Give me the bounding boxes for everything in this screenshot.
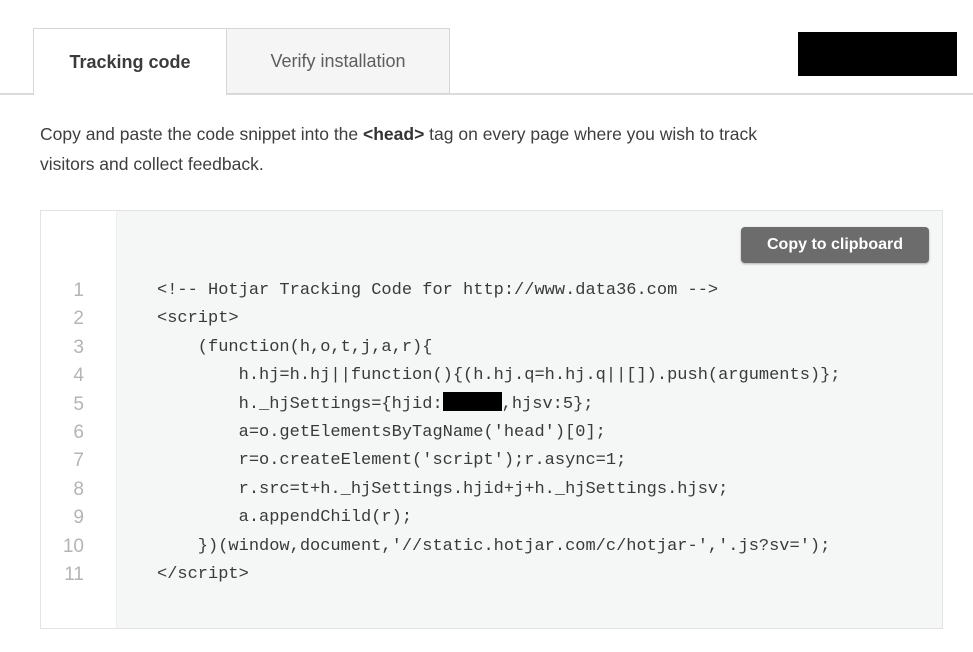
tab-tracking-code[interactable]: Tracking code xyxy=(33,28,227,95)
copy-to-clipboard-button[interactable]: Copy to clipboard xyxy=(741,227,929,263)
code-line: a=o.getElementsByTagName('head')[0]; xyxy=(157,419,942,447)
line-number: 9 xyxy=(41,504,84,532)
code-line: r.src=t+h._hjSettings.hjid+j+h._hjSettin… xyxy=(157,476,942,504)
code-line: a.appendChild(r); xyxy=(157,504,942,532)
tab-verify-installation[interactable]: Verify installation xyxy=(227,28,450,94)
tabs-header: Tracking code Verify installation xyxy=(0,0,973,95)
line-number: 1 xyxy=(41,277,84,305)
code-line: r=o.createElement('script');r.async=1; xyxy=(157,447,942,475)
line-number: 11 xyxy=(41,561,84,589)
code-line: (function(h,o,t,j,a,r){ xyxy=(157,334,942,362)
line-number: 10 xyxy=(41,533,84,561)
code-line: })(window,document,'//static.hotjar.com/… xyxy=(157,533,942,561)
line-number: 4 xyxy=(41,362,84,390)
code-line: <!-- Hotjar Tracking Code for http://www… xyxy=(157,277,942,305)
line-number: 6 xyxy=(41,419,84,447)
line-number: 5 xyxy=(41,391,84,419)
instructions-line2: visitors and collect feedback. xyxy=(40,154,264,174)
instructions-before: Copy and paste the code snippet into the xyxy=(40,124,363,144)
line-number: 3 xyxy=(41,334,84,362)
redacted-site-id xyxy=(443,392,502,411)
redaction-box-header xyxy=(798,32,957,76)
line-number: 2 xyxy=(41,305,84,333)
head-tag-emphasis: <head> xyxy=(363,124,424,144)
instructions-text: Copy and paste the code snippet into the… xyxy=(40,119,945,179)
line-number: 7 xyxy=(41,447,84,475)
code-area: <!-- Hotjar Tracking Code for http://www… xyxy=(117,211,942,628)
code-line: h.hj=h.hj||function(){(h.hj.q=h.hj.q||[]… xyxy=(157,362,942,390)
line-number: 8 xyxy=(41,476,84,504)
code-line: h._hjSettings={hjid:,hjsv:5}; xyxy=(157,391,942,419)
tab-tracking-code-label: Tracking code xyxy=(69,52,190,73)
code-snippet-panel: 1234567891011 <!-- Hotjar Tracking Code … xyxy=(40,210,943,629)
line-number-gutter: 1234567891011 xyxy=(41,211,117,628)
tab-verify-installation-label: Verify installation xyxy=(270,51,405,72)
instructions-after: tag on every page where you wish to trac… xyxy=(424,124,757,144)
tab-bar: Tracking code Verify installation xyxy=(33,28,450,95)
code-line: </script> xyxy=(157,561,942,589)
code-line: <script> xyxy=(157,305,942,333)
code-snippet: <!-- Hotjar Tracking Code for http://www… xyxy=(117,277,942,589)
